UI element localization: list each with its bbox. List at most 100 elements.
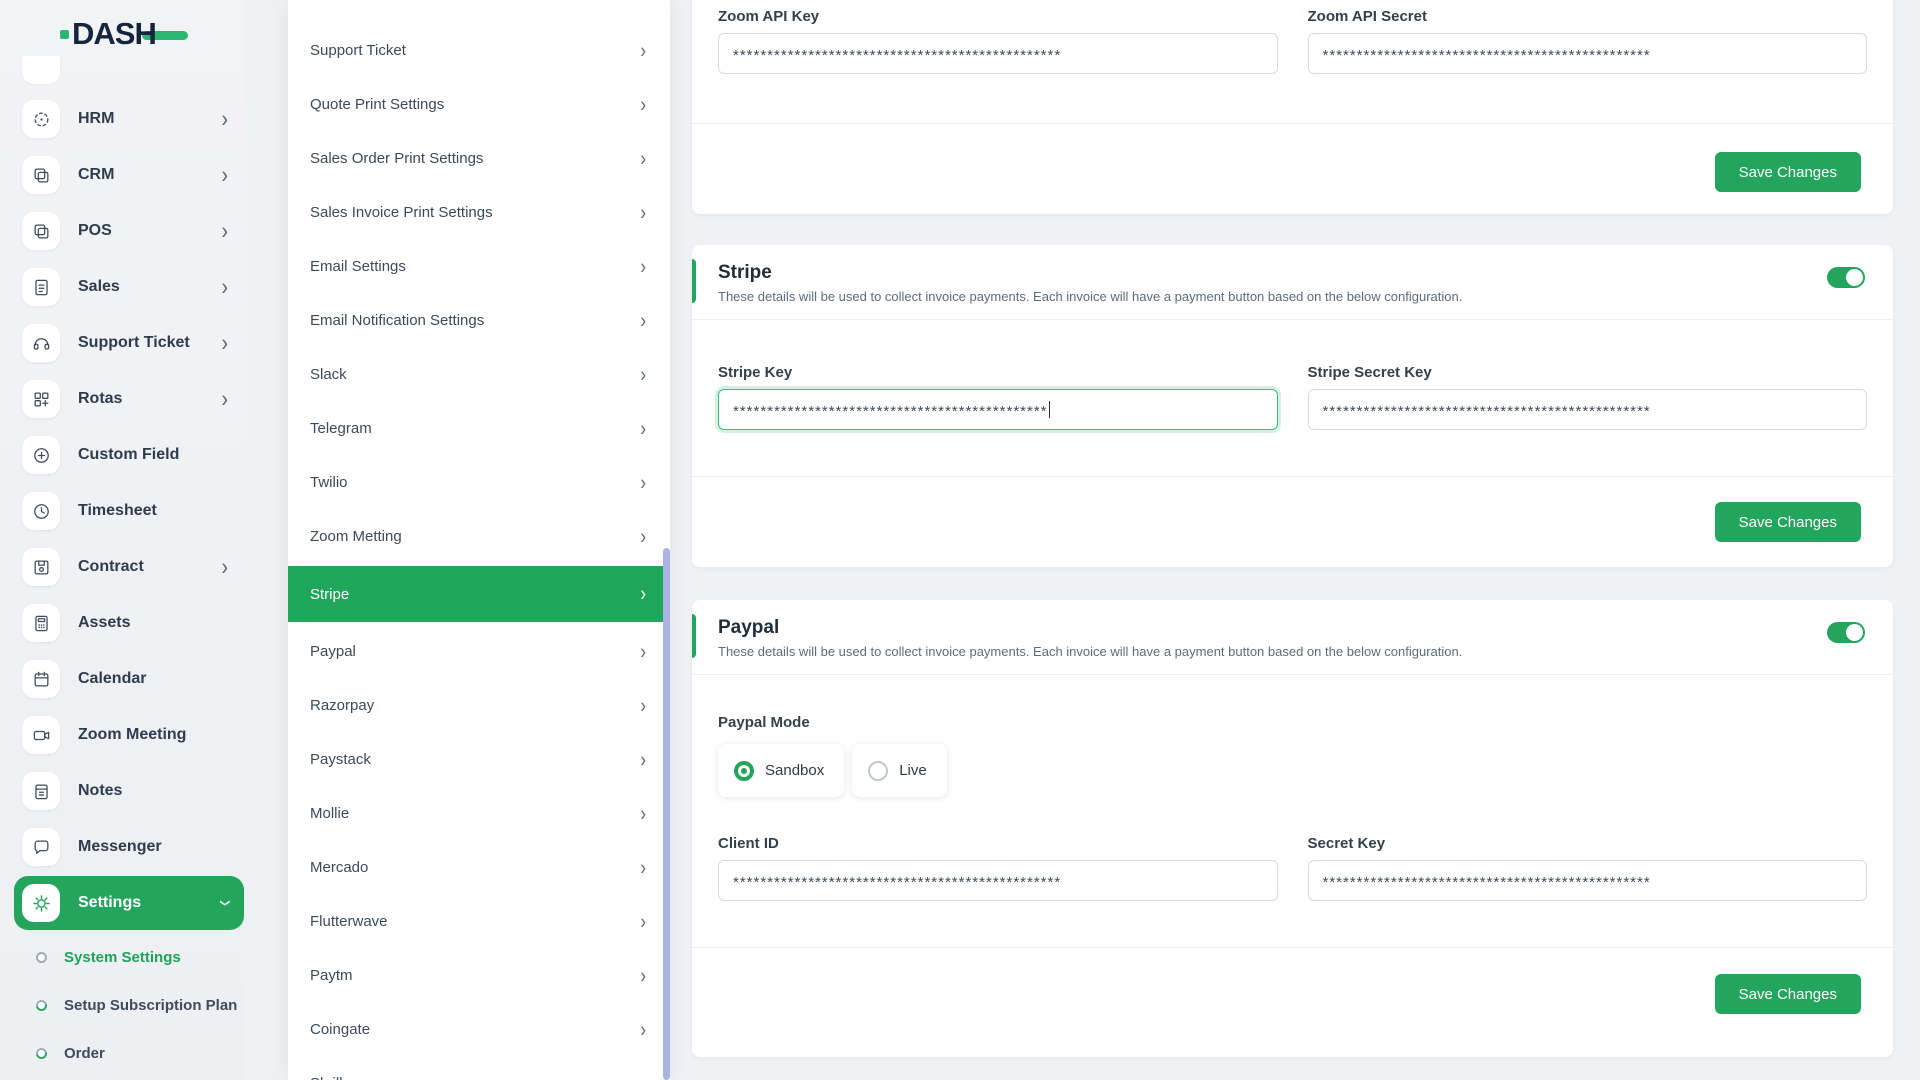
sidebar-item-sales[interactable]: Sales › [0,267,246,307]
settings-nav-item-label: Mercado [310,859,369,876]
settings-nav-item-label: Sales Invoice Print Settings [310,204,493,221]
settings-nav-item-skrill[interactable]: Skrill › [288,1059,670,1080]
card-title: Stripe [718,262,772,283]
client-id-input[interactable]: ****************************************… [718,860,1278,901]
settings-nav-item-email-notification-settings[interactable]: Email Notification Settings › [288,296,670,345]
sidebar-item-settings[interactable]: Settings › [14,876,244,930]
chevron-right-icon: › [640,963,646,987]
radio-checked-icon [734,760,754,781]
chevron-right-icon: › [640,416,646,440]
settings-nav-item-paystack[interactable]: Paystack › [288,735,670,784]
sidebar-item-label: Calendar [78,670,147,687]
chevron-right-icon: › [221,385,228,413]
chevron-right-icon: › [221,329,228,357]
sidebar-subitem-label: Order [64,1044,105,1062]
settings-nav-item-sales-invoice-print-settings[interactable]: Sales Invoice Print Settings › [288,188,670,237]
sidebar-item-hrm[interactable]: HRM › [0,99,246,139]
field-label: Client ID [718,835,779,852]
settings-nav-item-email-settings[interactable]: Email Settings › [288,242,670,291]
main-content: Zoom API Key ***************************… [692,0,1893,1080]
sidebar-item-label: Zoom Meeting [78,726,187,743]
sidebar-item-label: Custom Field [78,446,180,463]
settings-nav-item-twilio[interactable]: Twilio › [288,458,670,507]
sidebar-item-calendar[interactable]: Calendar [0,659,246,699]
paypal-mode-sandbox[interactable]: Sandbox [718,744,845,797]
sidebar-item-custom-field[interactable]: Custom Field [0,435,246,475]
sidebar-item-pos[interactable]: POS › [0,211,246,251]
chevron-right-icon: › [640,1017,646,1041]
settings-nav-item-flutterwave[interactable]: Flutterwave › [288,897,670,946]
sidebar-item-label: Notes [78,782,123,799]
save-button[interactable]: Save Changes [1714,152,1861,192]
chevron-right-icon: › [640,693,646,717]
settings-nav-item-razorpay[interactable]: Razorpay › [288,681,670,730]
settings-nav-item-label: Skrill [310,1075,343,1080]
secret-key-input[interactable]: ****************************************… [1307,860,1867,901]
chevron-right-icon: › [221,553,228,581]
field-label: Secret Key [1307,835,1386,852]
settings-nav-item-label: Paypal [310,643,356,660]
settings-nav-item-label: Email Notification Settings [310,312,485,329]
settings-nav-item-label: Flutterwave [310,913,388,930]
settings-nav-item-mercado[interactable]: Mercado › [288,843,670,892]
settings-nav-item-paypal[interactable]: Paypal › [288,627,670,676]
sidebar-subitem-order[interactable]: Order [0,1041,246,1065]
gear-icon [22,884,60,922]
notebook-icon [22,772,60,810]
sidebar-item-label: Timesheet [78,502,157,519]
sidebar-item-crm[interactable]: CRM › [0,155,246,195]
sidebar-item-assets[interactable]: Assets [0,603,246,643]
sidebar-item-contract[interactable]: Contract › [0,547,246,587]
sidebar-item-notes[interactable]: Notes [0,771,246,811]
settings-nav-item-telegram[interactable]: Telegram › [288,404,670,453]
chevron-right-icon: › [640,855,646,879]
zoom-api-key-input[interactable]: ****************************************… [718,33,1278,74]
text-caret [1048,401,1051,418]
sidebar-subitem-system-settings[interactable]: System Settings [0,945,246,969]
chevron-right-icon: › [640,747,646,771]
settings-nav-item-paytm[interactable]: Paytm › [288,951,670,1000]
chevron-right-icon: › [640,254,646,278]
chevron-right-icon: › [640,639,646,663]
bullet-circle-icon [33,997,50,1013]
video-icon [22,716,60,754]
chevron-right-icon: › [640,581,646,606]
settings-nav-item-support-ticket[interactable]: Support Ticket › [288,26,670,75]
settings-nav-item-zoom-metting[interactable]: Zoom Metting › [288,512,670,561]
settings-submenu: System Settings Setup Subscription Plan Or… [0,945,246,1080]
paypal-mode-live[interactable]: Live [852,744,947,797]
plus-circle-icon [22,436,60,474]
settings-nav-item-label: Twilio [310,474,348,491]
copy-icon [22,156,60,194]
stripe-enabled-toggle[interactable] [1827,267,1865,288]
app-logo[interactable]: DASH [60,16,188,52]
card-description: These details will be used to collect in… [718,289,1463,304]
panel-scrollbar-thumb[interactable] [663,548,670,1080]
field-label: Stripe Key [718,364,793,381]
stripe-secret-key-input[interactable]: ****************************************… [1307,389,1867,430]
bullet-circle-icon [36,951,47,963]
zoom-api-secret-input[interactable]: ****************************************… [1307,33,1867,74]
save-button[interactable]: Save Changes [1714,502,1861,542]
chevron-right-icon: › [640,909,646,933]
settings-nav-item-label: Email Settings [310,258,406,275]
grid-plus-icon [22,380,60,418]
sidebar-item-timesheet[interactable]: Timesheet [0,491,246,531]
field-label: Stripe Secret Key [1307,364,1432,381]
paypal-enabled-toggle[interactable] [1827,622,1865,643]
sidebar-item-support-ticket[interactable]: Support Ticket › [0,323,246,363]
settings-nav-item-quote-print-settings[interactable]: Quote Print Settings › [288,80,670,129]
settings-nav-item-sales-order-print-settings[interactable]: Sales Order Print Settings › [288,134,670,183]
sidebar-item-zoom-meeting[interactable]: Zoom Meeting [0,715,246,755]
sidebar-subitem-setup-subscription-plan[interactable]: Setup Subscription Plan [0,993,246,1017]
sidebar-menu: HRM › CRM › POS › Sales › Support Ticket › Rotas › C… [0,99,246,883]
settings-nav-item-label: Quote Print Settings [310,96,445,113]
settings-nav-item-slack[interactable]: Slack › [288,350,670,399]
sidebar-item-messenger[interactable]: Messenger [0,827,246,867]
sidebar-item-rotas[interactable]: Rotas › [0,379,246,419]
settings-nav-item-stripe[interactable]: Stripe › [288,566,670,622]
settings-nav-item-mollie[interactable]: Mollie › [288,789,670,838]
settings-nav-item-coingate[interactable]: Coingate › [288,1005,670,1054]
save-button[interactable]: Save Changes [1714,974,1861,1014]
stripe-key-input[interactable]: ****************************************… [718,389,1278,430]
